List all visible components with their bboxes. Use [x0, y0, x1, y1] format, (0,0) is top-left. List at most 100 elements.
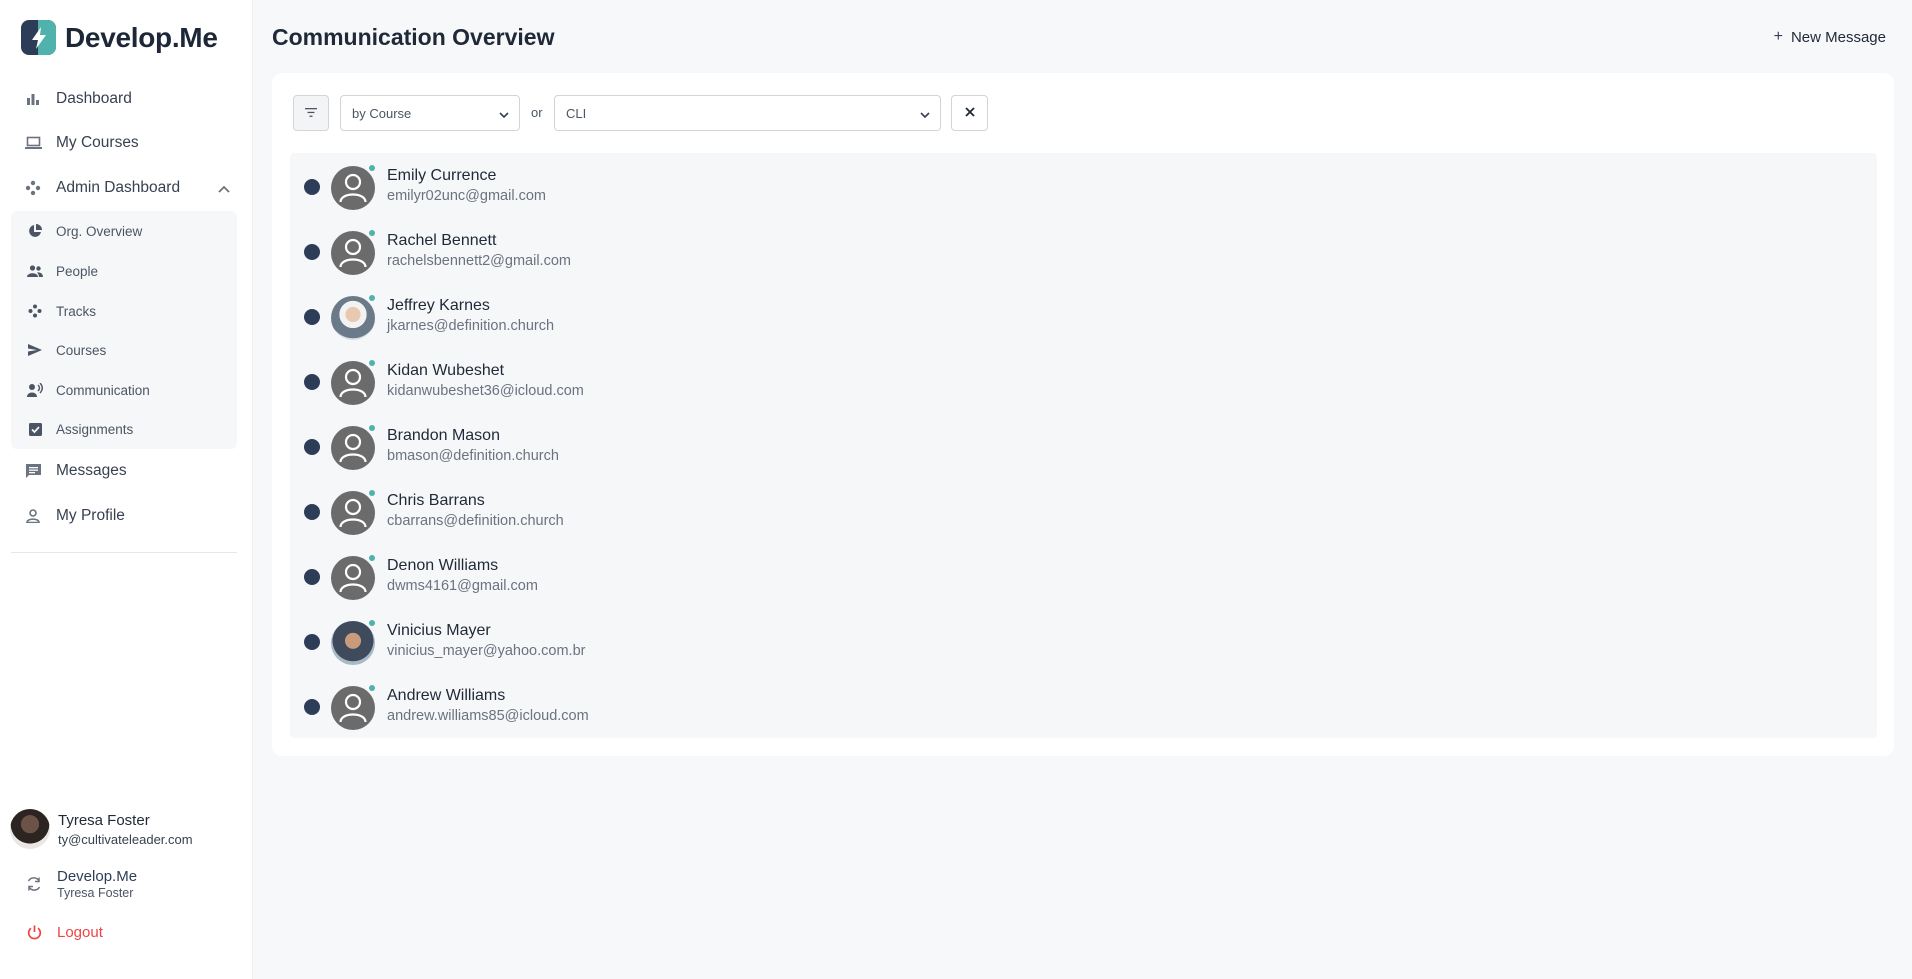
logout-button[interactable]: Logout: [25, 923, 103, 941]
app-logo[interactable]: Develop.Me: [21, 20, 218, 55]
online-status-dot: [369, 425, 375, 431]
sidebar-item-assignments[interactable]: Assignments: [27, 419, 133, 439]
switch-org-icon: [25, 875, 43, 893]
admin-submenu: Org. Overview People Tracks Courses Comm…: [11, 211, 237, 449]
sidebar-item-label: My Courses: [56, 134, 139, 151]
filter-icon: [305, 104, 317, 122]
person-name: Brandon Mason: [387, 427, 500, 444]
group-by-value: by Course: [352, 105, 412, 121]
select-dot[interactable]: [304, 439, 320, 455]
avatar: [10, 809, 50, 849]
online-status-dot: [369, 230, 375, 236]
org-user: Tyresa Foster: [57, 886, 134, 900]
course-select[interactable]: CLI: [554, 95, 941, 131]
sidebar-item-label: Org. Overview: [56, 223, 143, 239]
chevron-up-icon[interactable]: [218, 180, 230, 198]
sidebar-item-label: People: [56, 263, 99, 279]
brand-name: Develop.Me: [65, 21, 218, 53]
send-icon: [27, 342, 43, 358]
current-user[interactable]: Tyresa Foster ty@cultivateleader.com: [10, 809, 193, 849]
select-dot[interactable]: [304, 309, 320, 325]
hub-icon: [24, 179, 42, 197]
select-dot[interactable]: [304, 504, 320, 520]
bar-chart-icon: [24, 90, 42, 108]
person-name: Andrew Williams: [387, 687, 506, 704]
new-message-label: New Message: [1790, 28, 1886, 46]
avatar: [331, 296, 375, 340]
pie-chart-icon: [27, 223, 43, 239]
sidebar-item-admin-dashboard[interactable]: Admin Dashboard: [24, 176, 180, 200]
chat-icon: [24, 462, 42, 480]
sidebar-item-label: Admin Dashboard: [56, 179, 181, 196]
list-item[interactable]: Jeffrey Karnes jkarnes@definition.church: [290, 283, 1877, 348]
person-email: dwms4161@gmail.com: [387, 578, 538, 594]
list-item[interactable]: Emily Currence emilyr02unc@gmail.com: [290, 153, 1877, 218]
sidebar-item-label: Messages: [56, 462, 127, 479]
list-item[interactable]: Denon Williams dwms4161@gmail.com: [290, 543, 1877, 608]
sidebar-item-label: Courses: [56, 342, 107, 358]
online-status-dot: [369, 620, 375, 626]
sidebar-item-communication[interactable]: Communication: [27, 380, 150, 400]
plus-icon: +: [1773, 28, 1783, 45]
page-title: Communication Overview: [272, 24, 555, 50]
logo-bolt-icon: [21, 20, 56, 55]
select-dot[interactable]: [304, 569, 320, 585]
org-name: Develop.Me: [57, 868, 138, 885]
communication-card: by Course or CLI Emily Currence emilyr02u…: [272, 73, 1894, 756]
sidebar-item-my-courses[interactable]: My Courses: [24, 131, 139, 155]
person-icon: [24, 507, 42, 525]
online-status-dot: [369, 555, 375, 561]
sidebar-item-courses[interactable]: Courses: [27, 340, 106, 360]
list-item[interactable]: Vinicius Mayer vinicius_mayer@yahoo.com.b…: [290, 608, 1877, 673]
avatar: [331, 686, 375, 730]
person-email: vinicius_mayer@yahoo.com.br: [387, 643, 586, 659]
select-dot[interactable]: [304, 179, 320, 195]
sidebar-item-label: Tracks: [56, 303, 96, 319]
person-name: Vinicius Mayer: [387, 622, 491, 639]
logout-label: Logout: [57, 923, 103, 941]
select-dot[interactable]: [304, 634, 320, 650]
people-icon: [27, 263, 43, 279]
sidebar-item-label: Assignments: [56, 421, 134, 437]
select-dot[interactable]: [304, 374, 320, 390]
person-name: Jeffrey Karnes: [387, 297, 490, 314]
clear-filter-button[interactable]: [951, 95, 988, 131]
communication-icon: [27, 382, 43, 398]
list-item[interactable]: Andrew Williams andrew.williams85@icloud.…: [290, 673, 1877, 738]
group-by-select[interactable]: by Course: [340, 95, 520, 131]
user-email: ty@cultivateleader.com: [58, 831, 193, 847]
sidebar-item-messages[interactable]: Messages: [24, 459, 127, 483]
list-item[interactable]: Rachel Bennett rachelsbennett2@gmail.com: [290, 218, 1877, 283]
sidebar-item-my-profile[interactable]: My Profile: [24, 504, 125, 528]
avatar: [331, 426, 375, 470]
online-status-dot: [369, 490, 375, 496]
avatar: [331, 491, 375, 535]
select-dot[interactable]: [304, 244, 320, 260]
sidebar-item-people[interactable]: People: [27, 261, 98, 281]
list-item[interactable]: Chris Barrans cbarrans@definition.church: [290, 478, 1877, 543]
sidebar-divider: [11, 552, 237, 553]
new-message-button[interactable]: + New Message: [1774, 28, 1886, 46]
avatar: [331, 361, 375, 405]
avatar: [331, 621, 375, 665]
person-email: cbarrans@definition.church: [387, 513, 564, 529]
chevron-down-icon: [920, 107, 930, 122]
sidebar-item-label: Communication: [56, 382, 150, 398]
org-switcher[interactable]: Develop.Me Tyresa Foster: [25, 868, 137, 900]
online-status-dot: [369, 295, 375, 301]
filter-button[interactable]: [293, 95, 329, 131]
avatar: [331, 166, 375, 210]
sidebar-item-dashboard[interactable]: Dashboard: [24, 87, 132, 111]
list-item[interactable]: Brandon Mason bmason@definition.church: [290, 413, 1877, 478]
person-email: bmason@definition.church: [387, 448, 559, 464]
sidebar-item-org-overview[interactable]: Org. Overview: [27, 221, 142, 241]
sidebar-item-label: My Profile: [56, 507, 125, 524]
list-item[interactable]: Kidan Wubeshet kidanwubeshet36@icloud.com: [290, 348, 1877, 413]
people-list: Emily Currence emilyr02unc@gmail.com Rache…: [290, 153, 1877, 738]
select-dot[interactable]: [304, 699, 320, 715]
online-status-dot: [369, 360, 375, 366]
close-icon: [964, 104, 975, 122]
sidebar-item-tracks[interactable]: Tracks: [27, 301, 96, 321]
person-name: Emily Currence: [387, 167, 497, 184]
sidebar-item-label: Dashboard: [56, 90, 132, 107]
